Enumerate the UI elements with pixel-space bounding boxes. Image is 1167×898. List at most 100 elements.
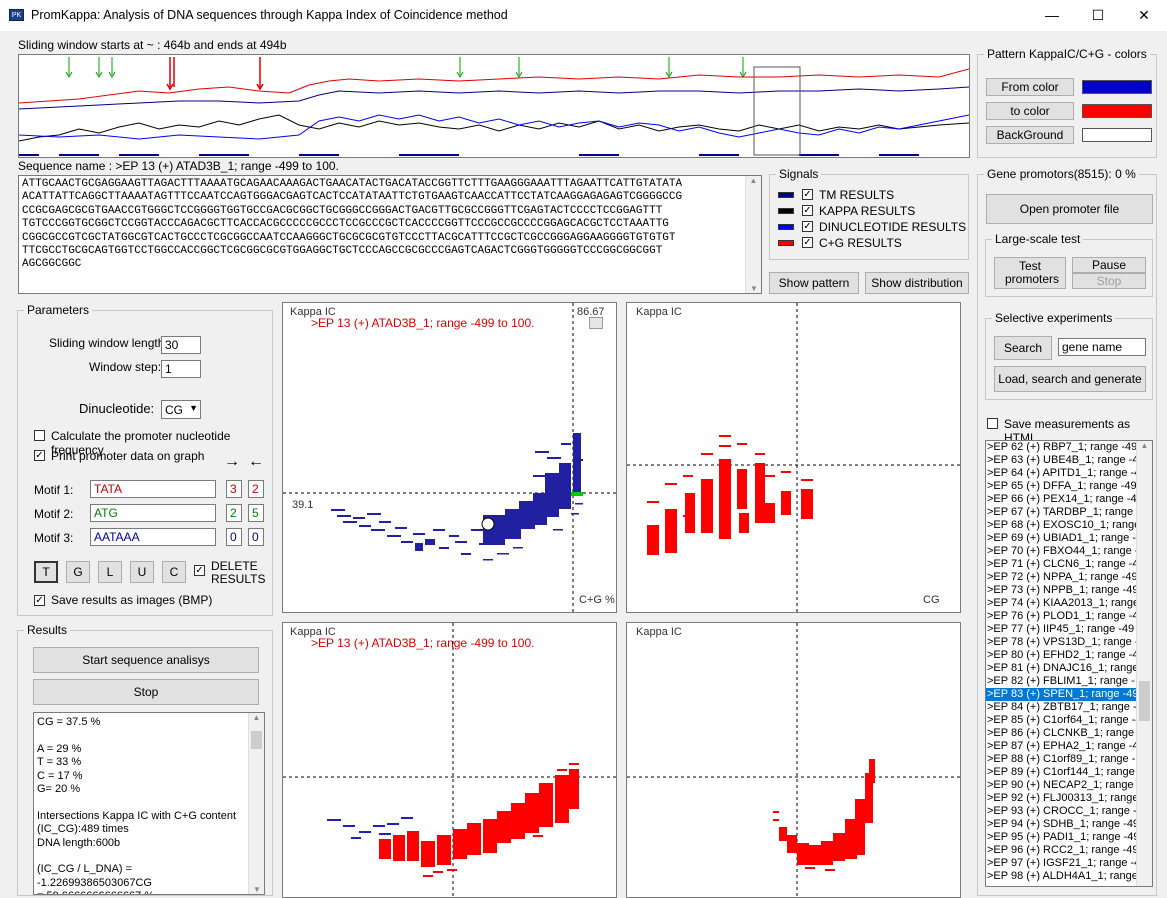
- promoter-list-item[interactable]: >EP 87 (+) EPHA2_1; range -4: [986, 740, 1136, 753]
- maximize-button[interactable]: ☐: [1075, 0, 1121, 31]
- promoter-list-item[interactable]: >EP 97 (+) IGSF21_1; range -4: [986, 857, 1136, 870]
- motif-count-forward[interactable]: 3: [226, 480, 242, 498]
- to-color-swatch[interactable]: [1082, 104, 1152, 118]
- sequence-scrollbar[interactable]: ▲ ▼: [745, 176, 761, 293]
- signal-overview-plot[interactable]: [18, 54, 970, 158]
- motif-count-reverse[interactable]: 0: [248, 528, 264, 546]
- results-textbox[interactable]: CG = 37.5 % A = 29 % T = 33 % C = 17 % G= 20…: [33, 712, 265, 895]
- promoter-list-item[interactable]: >EP 66 (+) PEX14_1; range -4: [986, 493, 1136, 506]
- promoter-list-item[interactable]: >EP 88 (+) C1orf89_1; range -: [986, 753, 1136, 766]
- promoter-list-item[interactable]: >EP 81 (+) DNAJC16_1; range: [986, 662, 1136, 675]
- promoter-list-item[interactable]: >EP 83 (+) SPEN_1; range -49: [986, 688, 1136, 701]
- signal-checkbox[interactable]: ✓: [802, 205, 813, 216]
- param-l-button[interactable]: L: [98, 561, 122, 583]
- promoter-list-item[interactable]: >EP 65 (+) DFFA_1; range -49: [986, 480, 1136, 493]
- promoter-list-item[interactable]: >EP 82 (+) FBLIM1_1; range -: [986, 675, 1136, 688]
- scroll-up-icon[interactable]: ▲: [746, 176, 761, 185]
- motif-input[interactable]: ATG: [90, 504, 216, 522]
- scroll-down-icon[interactable]: ▼: [746, 284, 762, 293]
- scroll-thumb[interactable]: [1139, 681, 1150, 721]
- gene-name-input[interactable]: gene name: [1058, 338, 1146, 356]
- promoter-list-item[interactable]: >EP 80 (+) EFHD2_1; range -4: [986, 649, 1136, 662]
- load-search-generate-button[interactable]: Load, search and generate: [994, 366, 1146, 392]
- results-scrollbar[interactable]: ▲ ▼: [248, 713, 264, 894]
- show-pattern-button[interactable]: Show pattern: [769, 272, 859, 294]
- stop-analysis-button[interactable]: Stop: [33, 679, 259, 705]
- signal-checkbox[interactable]: ✓: [802, 237, 813, 248]
- from-color-swatch[interactable]: [1082, 80, 1152, 94]
- promoter-list-item[interactable]: >EP 90 (+) NECAP2_1; range -: [986, 779, 1136, 792]
- print-data-checkbox[interactable]: ✓: [34, 450, 45, 461]
- signal-checkbox[interactable]: ✓: [802, 189, 813, 200]
- promoter-list-item[interactable]: >EP 96 (+) RCC2_1; range -49: [986, 844, 1136, 857]
- save-images-checkbox[interactable]: ✓: [34, 595, 45, 606]
- promoter-list-item[interactable]: >EP 95 (+) PADI1_1; range -49: [986, 831, 1136, 844]
- promoter-list-item[interactable]: >EP 69 (+) UBIAD1_1; range -4: [986, 532, 1136, 545]
- to-color-button[interactable]: to color: [986, 102, 1074, 120]
- promoter-list-item[interactable]: >EP 74 (+) KIAA2013_1; range: [986, 597, 1136, 610]
- kappa-cg-plot-2[interactable]: Kappa IC >EP 13 (+) ATAD3B_1; range -499…: [282, 622, 617, 898]
- motif-count-forward[interactable]: 0: [226, 528, 242, 546]
- minimize-button[interactable]: —: [1029, 0, 1075, 31]
- promoter-list[interactable]: >EP 62 (+) RBP7_1; range -49 >EP 63 (+) U…: [985, 440, 1153, 887]
- promoter-list-item[interactable]: >EP 67 (+) TARDBP_1; range: [986, 506, 1136, 519]
- promoter-list-item[interactable]: >EP 64 (+) APITD1_1; range -4: [986, 467, 1136, 480]
- kappa-dinucleotide-plot[interactable]: Kappa IC CG: [626, 302, 961, 613]
- pause-button[interactable]: Pause: [1072, 257, 1146, 273]
- promoter-list-item[interactable]: >EP 93 (+) CROCC_1; range -4: [986, 805, 1136, 818]
- param-c-button[interactable]: C: [162, 561, 186, 583]
- motif-count-reverse[interactable]: 5: [248, 504, 264, 522]
- calc-frequency-checkbox[interactable]: [34, 430, 45, 441]
- stop-test-button[interactable]: Stop: [1072, 273, 1146, 289]
- motif-input[interactable]: TATA: [90, 480, 216, 498]
- dinucleotide-select[interactable]: CG ▼: [161, 400, 201, 419]
- param-u-button[interactable]: U: [130, 561, 154, 583]
- background-color-swatch[interactable]: [1082, 128, 1152, 142]
- scroll-up-icon[interactable]: ▲: [1137, 441, 1152, 450]
- motif-count-reverse[interactable]: 2: [248, 480, 264, 498]
- motif-count-forward[interactable]: 2: [226, 504, 242, 522]
- promoter-list-item[interactable]: >EP 76 (+) PLOD1_1; range -4: [986, 610, 1136, 623]
- promoter-list-item[interactable]: >EP 94 (+) SDHB_1; range -49: [986, 818, 1136, 831]
- param-g-button[interactable]: G: [66, 561, 90, 583]
- kappa-dinucleotide-plot-2[interactable]: Kappa IC: [626, 622, 961, 898]
- scroll-down-icon[interactable]: ▼: [249, 885, 264, 894]
- promoter-list-item[interactable]: >EP 71 (+) CLCN6_1; range -4: [986, 558, 1136, 571]
- promoter-list-item[interactable]: >EP 73 (+) NPPB_1; range -49: [986, 584, 1136, 597]
- promoter-list-item[interactable]: >EP 77 (+) IIP45_1; range -49: [986, 623, 1136, 636]
- start-analysis-button[interactable]: Start sequence analisys: [33, 647, 259, 673]
- signal-checkbox[interactable]: ✓: [802, 221, 813, 232]
- sliding-window-input[interactable]: 30: [161, 336, 201, 354]
- scroll-thumb[interactable]: [251, 731, 262, 749]
- promoter-list-item[interactable]: >EP 92 (+) FLJ00313_1; range: [986, 792, 1136, 805]
- scroll-up-icon[interactable]: ▲: [249, 713, 264, 722]
- promoter-list-item[interactable]: >EP 89 (+) C1orf144_1; range -: [986, 766, 1136, 779]
- save-html-checkbox[interactable]: [987, 418, 998, 429]
- promoter-list-scrollbar[interactable]: ▲: [1136, 441, 1152, 886]
- promoter-list-item[interactable]: >EP 70 (+) FBXO44_1; range -: [986, 545, 1136, 558]
- from-color-button[interactable]: From color: [986, 78, 1074, 96]
- promoter-list-item[interactable]: >EP 86 (+) CLCNKB_1; range -: [986, 727, 1136, 740]
- sequence-textbox[interactable]: ATTGCAACTGCGAGGAAGTTAGACTTTAAAATGCAGAACA…: [18, 175, 762, 294]
- param-t-button[interactable]: T: [34, 561, 58, 583]
- promoter-list-item[interactable]: >EP 63 (+) UBE4B_1; range -4: [986, 454, 1136, 467]
- promoter-list-item[interactable]: >EP 78 (+) VPS13D_1; range -: [986, 636, 1136, 649]
- window-step-input[interactable]: 1: [161, 360, 201, 378]
- promoter-list-item[interactable]: >EP 98 (+) ALDH4A1_1; range: [986, 870, 1136, 883]
- promoter-list-item[interactable]: >EP 62 (+) RBP7_1; range -49: [986, 441, 1136, 454]
- open-promoter-file-button[interactable]: Open promoter file: [986, 194, 1153, 224]
- show-distribution-button[interactable]: Show distribution: [865, 272, 969, 294]
- background-color-button[interactable]: BackGround: [986, 126, 1074, 144]
- promoter-list-item[interactable]: >EP 68 (+) EXOSC10_1; range: [986, 519, 1136, 532]
- arrow-left-icon[interactable]: ←: [248, 453, 264, 471]
- close-button[interactable]: ✕: [1121, 0, 1167, 31]
- delete-results-checkbox[interactable]: ✓: [194, 565, 205, 576]
- promoter-list-item[interactable]: >EP 84 (+) ZBTB17_1; range -: [986, 701, 1136, 714]
- promoter-list-item[interactable]: >EP 72 (+) NPPA_1; range -49: [986, 571, 1136, 584]
- test-promoters-button[interactable]: Test promoters: [994, 257, 1066, 289]
- kappa-cg-plot[interactable]: Kappa IC >EP 13 (+) ATAD3B_1; range -499…: [282, 302, 617, 613]
- motif-input[interactable]: AATAAA: [90, 528, 216, 546]
- arrow-right-icon[interactable]: →: [224, 453, 240, 471]
- promoter-list-item[interactable]: >EP 85 (+) C1orf64_1; range -4: [986, 714, 1136, 727]
- search-button[interactable]: Search: [994, 336, 1052, 360]
